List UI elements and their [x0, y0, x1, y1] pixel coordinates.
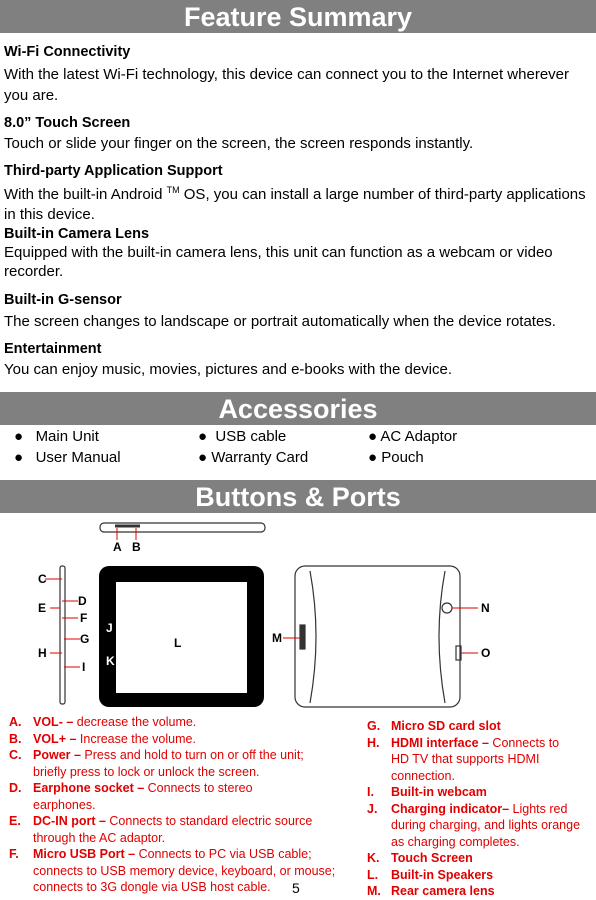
- accessory-item: ● Pouch: [368, 449, 424, 466]
- section-header-buttons-ports: Buttons & Ports: [0, 480, 596, 513]
- feature-title: Built-in Camera Lens: [4, 226, 150, 242]
- part-name: Micro SD card slot: [391, 719, 501, 733]
- part-letter: A.: [9, 715, 22, 729]
- accessory-label: User Manual: [35, 449, 121, 466]
- accessory-item: ● AC Adaptor: [368, 428, 458, 445]
- label-h: H: [38, 646, 47, 660]
- trademark: TM: [166, 185, 180, 195]
- part-name: Charging indicator–: [391, 801, 510, 816]
- label-a: A: [113, 540, 122, 554]
- part-letter: J.: [367, 801, 378, 816]
- feature-text-a: With the built-in Android: [4, 186, 163, 203]
- part-letter: H.: [367, 735, 380, 750]
- part-name: VOL- –: [33, 715, 74, 729]
- part-letter: G.: [367, 719, 381, 733]
- label-e: E: [38, 601, 46, 615]
- part-letter: E.: [9, 814, 21, 828]
- part-name: DC-IN port –: [33, 814, 106, 828]
- part-name: Touch Screen: [391, 851, 473, 865]
- feature-text: With the latest Wi-Fi technology, this d…: [4, 66, 569, 104]
- part-letter: D.: [9, 781, 22, 795]
- label-l: L: [174, 636, 181, 650]
- label-j: J: [106, 621, 113, 635]
- part-item-i: I. Built-in webcam: [367, 784, 589, 801]
- part-letter: F.: [9, 847, 19, 861]
- device-side-view: [59, 565, 66, 705]
- accessory-label: USB cable: [215, 428, 287, 445]
- parts-list-right: G. Micro SD card slot H. HDMI interface – …: [367, 718, 589, 900]
- part-name: VOL+ –: [33, 731, 77, 746]
- part-letter: I.: [367, 785, 374, 799]
- label-f: F: [80, 611, 87, 625]
- feature-text: Equipped with the built-in camera lens, …: [4, 244, 553, 280]
- part-item-d: D. Earphone socket – Connects to stereo e…: [9, 780, 283, 813]
- feature-title: Third-party Application Support: [4, 163, 223, 179]
- part-item-a: A. VOL- – decrease the volume.: [9, 714, 339, 731]
- part-name: Built-in Speakers: [391, 867, 494, 882]
- part-item-m: M. Rear camera lens: [367, 883, 589, 900]
- accessory-item: ● Main Unit: [14, 428, 99, 445]
- feature-title: Built-in G-sensor: [4, 292, 122, 308]
- part-item-c: C. Power – Press and hold to turn on or o…: [9, 747, 323, 780]
- part-letter: M.: [367, 884, 381, 898]
- part-name: Built-in webcam: [391, 785, 487, 799]
- accessory-item: ● USB cable: [198, 428, 287, 445]
- part-letter: B.: [9, 731, 22, 746]
- part-item-l: L. Built-in Speakers: [367, 867, 589, 884]
- part-item-k: K. Touch Screen: [367, 850, 589, 867]
- part-item-j: J. Charging indicator– Lights red during …: [367, 801, 591, 851]
- feature-text: You can enjoy music, movies, pictures an…: [4, 361, 453, 378]
- label-k: K: [106, 654, 115, 668]
- section-header-feature-summary: Feature Summary: [0, 0, 596, 33]
- label-b: B: [132, 540, 141, 554]
- part-name: Earphone socket –: [33, 781, 145, 795]
- section-header-accessories: Accessories: [0, 392, 596, 425]
- device-back-view: [294, 565, 462, 708]
- accessory-item: ● User Manual: [14, 449, 121, 466]
- part-name: Power –: [33, 748, 81, 762]
- device-diagram: A B C D E F G H I J K L M N O: [38, 522, 490, 708]
- accessory-label: AC Adaptor: [380, 428, 458, 445]
- part-item-f: F. Micro USB Port – Connects to PC via US…: [9, 846, 338, 896]
- feature-title: Wi-Fi Connectivity: [4, 44, 131, 60]
- part-name: Rear camera lens: [391, 884, 495, 898]
- label-o: O: [481, 646, 490, 660]
- device-top-view: [99, 522, 266, 533]
- device-front-view: [99, 566, 264, 707]
- feature-text: The screen changes to landscape or portr…: [4, 313, 556, 330]
- label-i: I: [82, 660, 85, 674]
- feature-title: Entertainment: [4, 341, 102, 357]
- label-d: D: [78, 594, 87, 608]
- label-m: M: [272, 631, 282, 645]
- page-number: 5: [292, 880, 300, 896]
- part-item-e: E. DC-IN port – Connects to standard elec…: [9, 813, 338, 846]
- feature-text: Touch or slide your finger on the screen…: [4, 135, 474, 152]
- accessory-item: ● Warranty Card: [198, 449, 309, 466]
- part-letter: L.: [367, 867, 379, 882]
- label-n: N: [481, 601, 490, 615]
- accessory-label: Pouch: [381, 449, 424, 466]
- part-name: HDMI interface –: [391, 735, 489, 750]
- accessory-label: Warranty Card: [211, 449, 309, 466]
- part-desc: decrease the volume.: [73, 715, 197, 729]
- label-g: G: [80, 632, 89, 646]
- label-c: C: [38, 572, 47, 586]
- part-item-b: B. VOL+ – Increase the volume.: [9, 731, 339, 748]
- part-item-g: G. Micro SD card slot: [367, 718, 589, 735]
- accessory-label: Main Unit: [35, 428, 99, 445]
- part-item-h: H. HDMI interface – Connects to HD TV tha…: [367, 735, 576, 785]
- part-letter: K.: [367, 851, 380, 865]
- part-letter: C.: [9, 748, 22, 762]
- feature-text-third-party: With the built-in Android TM OS, you can…: [4, 180, 592, 225]
- part-name: Micro USB Port –: [33, 847, 136, 861]
- part-desc: Increase the volume.: [76, 731, 196, 746]
- parts-list-left: A. VOL- – decrease the volume. B. VOL+ – I…: [9, 714, 339, 896]
- feature-title: 8.0” Touch Screen: [4, 115, 131, 131]
